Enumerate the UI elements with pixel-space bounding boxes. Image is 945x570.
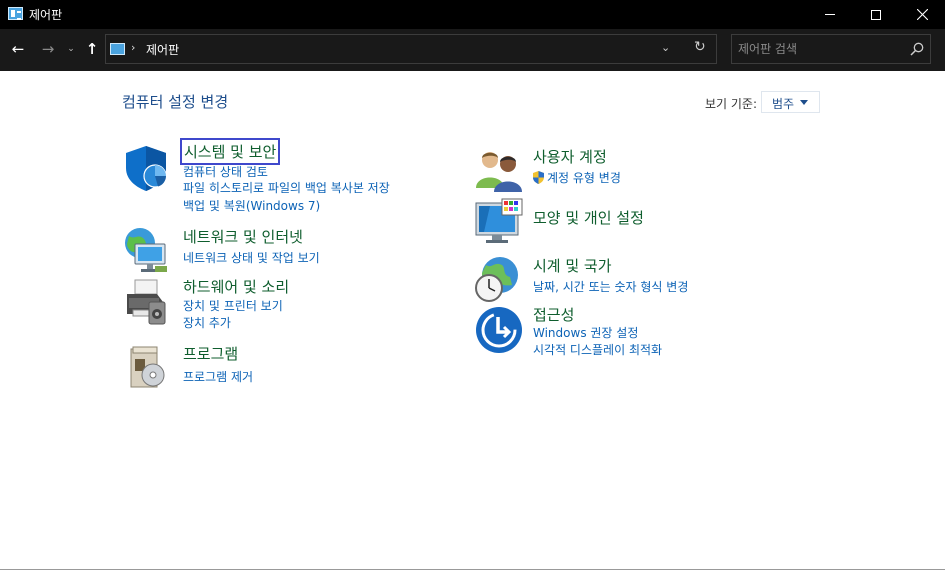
link-windows-recommended-settings[interactable]: Windows 권장 설정	[533, 324, 638, 341]
close-button[interactable]	[899, 0, 945, 29]
user-accounts-icon[interactable]	[474, 146, 524, 196]
up-button[interactable]: ↑	[82, 39, 102, 59]
link-uninstall-program[interactable]: 프로그램 제거	[183, 368, 253, 385]
category-ease-of-access: 접근성 Windows 권장 설정 시각적 디스플레이 최적화	[474, 304, 774, 358]
category-user-accounts: 사용자 계정 계정 유형 변경	[474, 146, 774, 192]
category-heading-user-accounts[interactable]: 사용자 계정	[533, 146, 607, 167]
link-file-history-backup[interactable]: 파일 히스토리로 파일의 백업 복사본 저장	[183, 179, 390, 196]
window-title: 제어판	[29, 8, 63, 22]
view-by-dropdown[interactable]: 범주	[761, 91, 820, 113]
refresh-button[interactable]: ↻	[694, 39, 706, 55]
address-bar[interactable]: › 제어판 ⌄ ↻	[105, 34, 717, 64]
breadcrumb-separator: ›	[131, 41, 136, 54]
address-dropdown-button[interactable]: ⌄	[661, 41, 670, 54]
maximize-icon	[871, 9, 881, 20]
forward-button[interactable]: →	[38, 39, 58, 59]
view-by-value: 범주	[772, 97, 795, 111]
chevron-down-icon	[800, 100, 808, 105]
programs-icon[interactable]	[123, 343, 173, 393]
maximize-button[interactable]	[853, 0, 899, 29]
minimize-icon	[825, 14, 835, 15]
breadcrumb-control-panel[interactable]: 제어판	[146, 41, 179, 58]
uac-shield-icon	[533, 171, 544, 184]
title-bar: 제어판	[0, 0, 945, 29]
search-input[interactable]	[738, 40, 898, 58]
category-heading-clock-region[interactable]: 시계 및 국가	[533, 255, 612, 276]
close-icon	[916, 9, 928, 20]
control-panel-icon	[110, 43, 125, 55]
link-devices-printers[interactable]: 장치 및 프린터 보기	[183, 297, 283, 314]
appearance-icon[interactable]	[474, 197, 524, 247]
category-heading-ease-of-access[interactable]: 접근성	[533, 304, 574, 325]
category-programs: 프로그램 프로그램 제거	[123, 343, 453, 389]
navigation-bar: ← → ⌄ ↑ › 제어판 ⌄ ↻	[0, 29, 945, 71]
minimize-button[interactable]	[807, 0, 853, 29]
view-by-label: 보기 기준:	[705, 97, 758, 111]
category-heading-appearance-personalization[interactable]: 모양 및 개인 설정	[533, 207, 644, 228]
category-hardware-sound: 하드웨어 및 소리 장치 및 프린터 보기 장치 추가	[123, 276, 453, 332]
recent-locations-button[interactable]: ⌄	[64, 39, 78, 59]
link-change-account-type-label: 계정 유형 변경	[547, 171, 621, 185]
category-heading-programs[interactable]: 프로그램	[183, 343, 238, 364]
link-optimize-visual-display[interactable]: 시각적 디스플레이 최적화	[533, 341, 662, 358]
link-date-time-number-format[interactable]: 날짜, 시간 또는 숫자 형식 변경	[533, 278, 688, 295]
link-add-device[interactable]: 장치 추가	[183, 314, 231, 331]
category-network-internet: 네트워크 및 인터넷 네트워크 상태 및 작업 보기	[123, 226, 453, 272]
category-appearance-personalization: 모양 및 개인 설정	[474, 197, 774, 247]
search-box[interactable]	[731, 34, 931, 64]
category-system-security: 시스템 및 보안 컴퓨터 상태 검토 파일 히스토리로 파일의 백업 복사본 저…	[123, 138, 453, 214]
category-heading-hardware-sound[interactable]: 하드웨어 및 소리	[183, 276, 289, 297]
clock-globe-icon[interactable]	[474, 255, 524, 305]
category-heading-network-internet[interactable]: 네트워크 및 인터넷	[183, 226, 303, 247]
link-change-account-type[interactable]: 계정 유형 변경	[533, 169, 621, 186]
search-icon[interactable]	[910, 42, 924, 56]
link-network-status-tasks[interactable]: 네트워크 상태 및 작업 보기	[183, 249, 320, 266]
back-button[interactable]: ←	[8, 39, 28, 59]
shield-icon[interactable]	[123, 143, 173, 193]
link-backup-restore[interactable]: 백업 및 복원(Windows 7)	[183, 197, 320, 214]
category-clock-region: 시계 및 국가 날짜, 시간 또는 숫자 형식 변경	[474, 255, 774, 303]
category-heading-system-security[interactable]: 시스템 및 보안	[179, 138, 281, 165]
printer-icon[interactable]	[123, 276, 173, 326]
link-review-computer-status[interactable]: 컴퓨터 상태 검토	[183, 163, 268, 180]
accessibility-icon[interactable]	[474, 305, 524, 355]
network-icon[interactable]	[123, 226, 173, 276]
page-title: 컴퓨터 설정 변경	[122, 93, 229, 111]
control-panel-icon	[8, 7, 23, 20]
